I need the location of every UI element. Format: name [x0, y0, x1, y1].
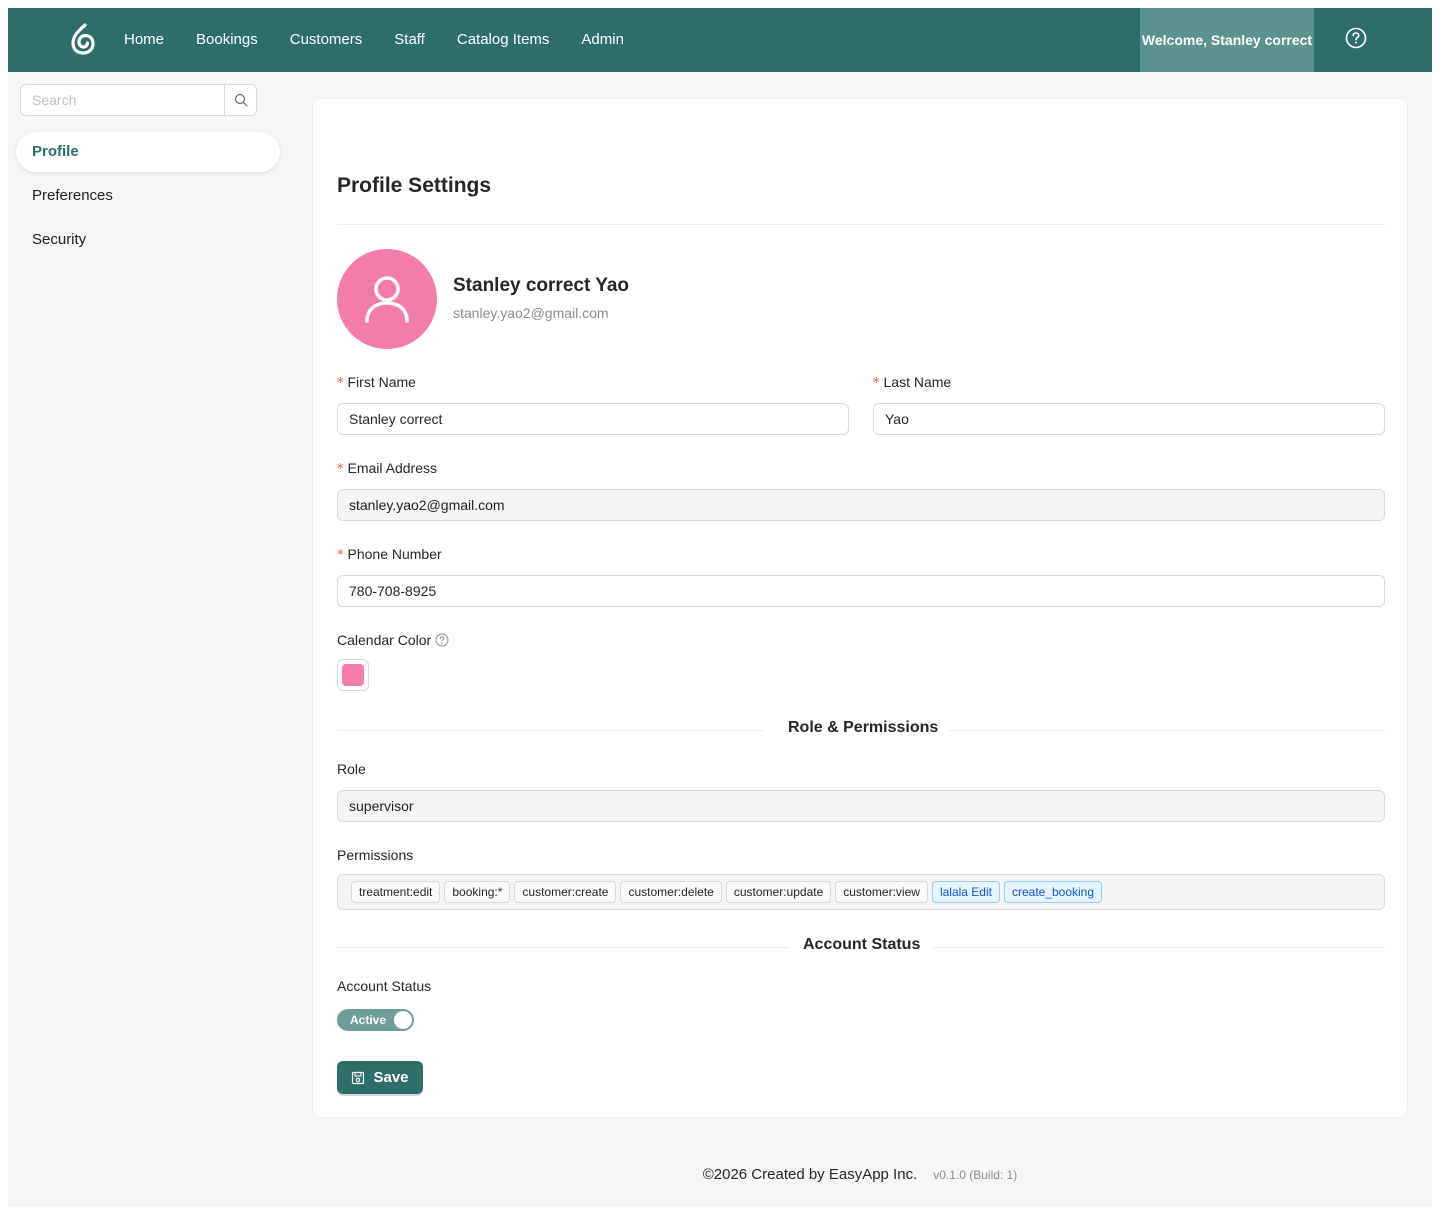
first-name-label: * First Name [337, 374, 416, 391]
main-content: Profile Settings Stanley correct Yao sta… [288, 72, 1432, 1142]
app-frame: Home Bookings Customers Staff Catalog It… [8, 8, 1432, 1207]
color-swatch [342, 664, 364, 686]
save-button[interactable]: Save [337, 1061, 423, 1094]
role-field: supervisor [337, 790, 1385, 822]
page-title: Profile Settings [337, 174, 492, 197]
phone-label: * Phone Number [337, 546, 442, 563]
avatar [337, 249, 437, 349]
permission-tag: lalala Edit [931, 881, 1000, 903]
top-navigation-bar: Home Bookings Customers Staff Catalog It… [8, 8, 1432, 72]
role-permissions-divider: Role & Permissions [337, 719, 1385, 743]
permission-tag: booking:* [444, 881, 511, 903]
app-logo-icon[interactable] [68, 22, 98, 56]
search-icon [234, 93, 248, 107]
required-marker: * [873, 376, 880, 391]
section-title-role-permissions: Role & Permissions [788, 719, 939, 736]
user-menu[interactable]: Welcome, Stanley correct [1140, 8, 1314, 72]
required-marker: * [337, 462, 344, 477]
toggle-label: Active [350, 1013, 387, 1027]
required-marker: * [337, 376, 344, 391]
nav-customers[interactable]: Customers [274, 8, 379, 72]
section-title-account-status: Account Status [803, 936, 921, 953]
phone-field[interactable] [337, 575, 1385, 607]
nav-bookings[interactable]: Bookings [180, 8, 274, 72]
permissions-field: treatment:edit booking:* customer:create… [337, 874, 1385, 910]
permission-tag: customer:create [514, 881, 617, 903]
first-name-field[interactable] [337, 403, 849, 435]
account-status-toggle[interactable]: Active [337, 1009, 414, 1031]
last-name-label: * Last Name [873, 374, 952, 391]
last-name-field[interactable] [873, 403, 1385, 435]
footer-copyright: ©2026 Created by EasyApp Inc. [702, 1166, 918, 1183]
user-icon [365, 276, 409, 323]
save-button-label: Save [373, 1069, 409, 1086]
title-divider [337, 224, 1385, 225]
required-marker: * [337, 548, 344, 563]
footer: ©2026 Created by EasyApp Inc. v0.1.0 (Bu… [288, 1142, 1432, 1207]
sidebar-item-security[interactable]: Security [16, 220, 280, 260]
nav-admin[interactable]: Admin [565, 8, 640, 72]
sidebar-item-profile[interactable]: Profile [16, 132, 280, 172]
permission-tag: customer:update [725, 881, 832, 903]
nav-home[interactable]: Home [108, 8, 180, 72]
permission-tag: create_booking [1003, 881, 1103, 903]
permission-tag: treatment:edit [351, 881, 441, 903]
account-status-divider: Account Status [337, 936, 1385, 960]
user-display-name: Stanley correct Yao [453, 275, 630, 296]
question-circle-icon[interactable] [435, 633, 449, 647]
role-label: Role [337, 761, 366, 777]
account-status-label: Account Status [337, 978, 432, 994]
footer-version: v0.1.0 (Build: 1) [933, 1167, 1018, 1182]
sidebar-search [20, 84, 257, 116]
help-icon[interactable] [1345, 27, 1367, 49]
user-display-email: stanley.yao2@gmail.com [453, 305, 609, 321]
email-label: * Email Address [337, 460, 437, 477]
permission-tag: customer:view [835, 881, 928, 903]
calendar-color-picker[interactable] [337, 659, 369, 691]
permissions-label: Permissions [337, 847, 414, 863]
main-nav: Home Bookings Customers Staff Catalog It… [108, 8, 640, 72]
save-icon [352, 1071, 365, 1084]
search-button[interactable] [224, 85, 256, 115]
sidebar: Profile Preferences Security [8, 72, 288, 1142]
search-input[interactable] [21, 85, 224, 115]
sidebar-item-preferences[interactable]: Preferences [16, 176, 280, 216]
calendar-color-label: Calendar Color [337, 632, 449, 648]
permission-tag: customer:delete [620, 881, 722, 903]
nav-catalog-items[interactable]: Catalog Items [441, 8, 566, 72]
nav-staff[interactable]: Staff [378, 8, 441, 72]
toggle-knob [394, 1011, 412, 1029]
profile-settings-card: Profile Settings Stanley correct Yao sta… [312, 98, 1408, 1118]
email-field: stanley.yao2@gmail.com [337, 489, 1385, 521]
